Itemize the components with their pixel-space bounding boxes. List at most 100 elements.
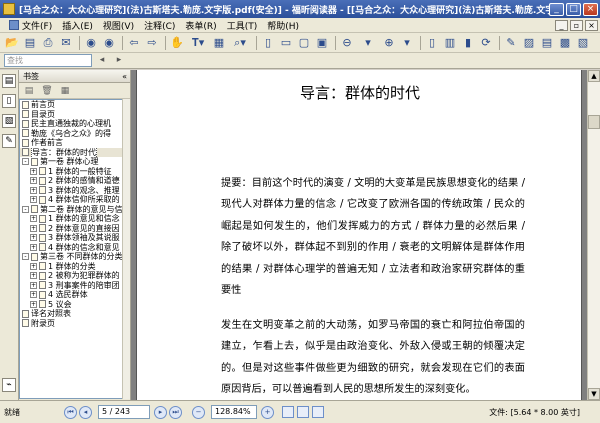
search-input[interactable]: 查找 [4,54,92,67]
bookmark-item[interactable]: +4 群体的信念和意见 [20,243,122,253]
bookmark-item[interactable]: +3 群体的观念、推理 [20,186,122,196]
last-page-icon[interactable]: ◉ [101,35,117,51]
email-icon[interactable]: ✉ [58,35,74,51]
bookmark-item[interactable]: - 第一卷 群体心理 [20,157,122,167]
rotate-icon[interactable]: ⟳ [478,35,494,51]
continuous-icon[interactable]: ▥ [442,35,458,51]
collapse-panel-icon[interactable]: « [122,72,127,81]
zoom-in-icon[interactable]: ⊕ [381,35,397,51]
forward-icon[interactable]: ⇨ [144,35,160,51]
layers-icon[interactable]: ▧ [2,114,16,128]
bookmark-item[interactable]: 导言：群体的时代 [20,147,122,157]
bookmark-item[interactable]: - 第二卷 群体的意见与信 [20,205,122,215]
fit-width-icon[interactable]: ▭ [278,35,294,51]
print-icon[interactable]: ⎙ [40,35,56,51]
stamp-icon[interactable]: ▩ [557,35,573,51]
expand-icon[interactable]: + [30,291,37,299]
scroll-down-icon[interactable]: ▼ [588,388,600,400]
bookmark-item[interactable]: +4 选民群体 [20,290,122,300]
expand-icon[interactable]: + [30,215,37,223]
maximize-button[interactable]: □ [566,2,581,16]
menu-form[interactable]: 表单(R) [180,19,221,32]
expand-icon[interactable]: + [30,300,37,308]
expand-icon[interactable]: + [30,196,37,204]
bookmark-item[interactable]: - 第三卷 不同群体的分类 [20,252,122,262]
first-page-button[interactable]: ⏮ [64,405,77,419]
bookmark-item[interactable]: 前言页 [20,100,122,110]
zoom-field[interactable]: 128.84% [211,405,257,419]
expand-icon[interactable]: + [30,177,37,185]
bookmark-item[interactable]: 目录页 [20,110,122,120]
first-page-icon[interactable]: ◉ [83,35,99,51]
fit-page-icon[interactable]: ▯ [260,35,276,51]
doc-restore-button[interactable]: ▫ [570,19,583,31]
facing-icon[interactable]: ▮ [460,35,476,51]
scroll-up-icon[interactable]: ▲ [588,70,600,82]
back-icon[interactable]: ⇦ [126,35,142,51]
attachment-icon[interactable]: ▧ [575,35,591,51]
expand-icon[interactable]: + [30,262,37,270]
zoom-in-button[interactable]: + [261,405,274,419]
bookmark-item[interactable]: +3 群体领袖及其说服 [20,233,122,243]
zoom-menu-icon[interactable]: ▾ [399,35,415,51]
bookmark-item[interactable]: +1 群体的分类 [20,262,122,272]
expand-icon[interactable]: + [30,186,37,194]
zoom-out-button[interactable]: − [192,405,205,419]
bookmark-item[interactable]: 附录页 [20,319,122,329]
document-scrollbar[interactable]: ▲ ▼ [587,70,600,400]
last-page-button[interactable]: ⏭ [169,405,182,419]
doc-minimize-button[interactable]: _ [555,19,568,31]
single-page-view-icon[interactable] [282,406,294,418]
menu-view[interactable]: 视图(V) [98,19,139,32]
expand-icon[interactable]: + [30,243,37,251]
actual-size-icon[interactable]: ▢ [296,35,312,51]
facing-view-icon[interactable] [312,406,324,418]
collapse-icon[interactable]: - [22,158,29,166]
next-page-button[interactable]: ▸ [154,405,167,419]
search-prev-icon[interactable]: ◂ [95,54,109,67]
bookmark-scrollbar[interactable] [122,99,130,399]
bookmark-item[interactable]: +1 群体的意见和信念 [20,214,122,224]
zoom-out-icon[interactable]: ⊖ [339,35,355,51]
expand-bookmark-icon[interactable]: ▤ [23,85,35,97]
menu-help[interactable]: 帮助(H) [262,19,304,32]
typewriter-icon[interactable]: ✎ [503,35,519,51]
open-icon[interactable]: 📂 [4,35,20,51]
expand-icon[interactable]: + [30,281,37,289]
doc-close-button[interactable]: × [585,19,598,31]
hand-tool-icon[interactable]: ✋ [169,35,185,51]
expand-icon[interactable]: + [30,224,37,232]
expand-icon[interactable]: + [30,167,37,175]
highlight-icon[interactable]: ▨ [521,35,537,51]
delete-bookmark-icon[interactable]: 🗑 [41,85,53,97]
bookmark-item[interactable]: +2 被称为犯罪群体的 [20,271,122,281]
bookmark-item[interactable]: 译名对照表 [20,309,122,319]
bookmark-item[interactable]: +2 群体的感情和道德 [20,176,122,186]
bookmark-item[interactable]: +2 群体意见的直接因 [20,224,122,234]
bookmark-item[interactable]: +1 群体的一般特征 [20,167,122,177]
close-button[interactable]: × [583,2,598,16]
expand-icon[interactable]: + [30,272,37,280]
bookmark-item[interactable]: 勒庞《乌合之众》的得 [20,129,122,139]
zoom-icon[interactable]: ⌕▾ [229,35,251,51]
collapse-icon[interactable]: - [22,253,29,261]
minimize-button[interactable]: _ [549,2,564,16]
add-bookmark-icon[interactable]: ▦ [59,85,71,97]
comments-icon[interactable]: ✎ [2,134,16,148]
page-thumbnails-icon[interactable]: ▯ [2,94,16,108]
prev-page-button[interactable]: ◂ [79,405,92,419]
page-number-field[interactable]: 5 / 243 [98,405,150,419]
save-icon[interactable]: ▤ [22,35,38,51]
collapse-icon[interactable]: - [22,205,29,213]
bookmark-panel-icon[interactable]: ▤ [2,74,16,88]
note-icon[interactable]: ▤ [539,35,555,51]
expand-icon[interactable]: + [30,234,37,242]
snapshot-icon[interactable]: ▦ [211,35,227,51]
scroll-thumb[interactable] [588,115,600,129]
menu-insert[interactable]: 插入(E) [57,19,98,32]
continuous-view-icon[interactable] [297,406,309,418]
menu-file[interactable]: 文件(F) [4,19,57,32]
menu-tools[interactable]: 工具(T) [222,19,263,32]
single-page-icon[interactable]: ▯ [424,35,440,51]
bookmark-item[interactable]: 作者前言 [20,138,122,148]
